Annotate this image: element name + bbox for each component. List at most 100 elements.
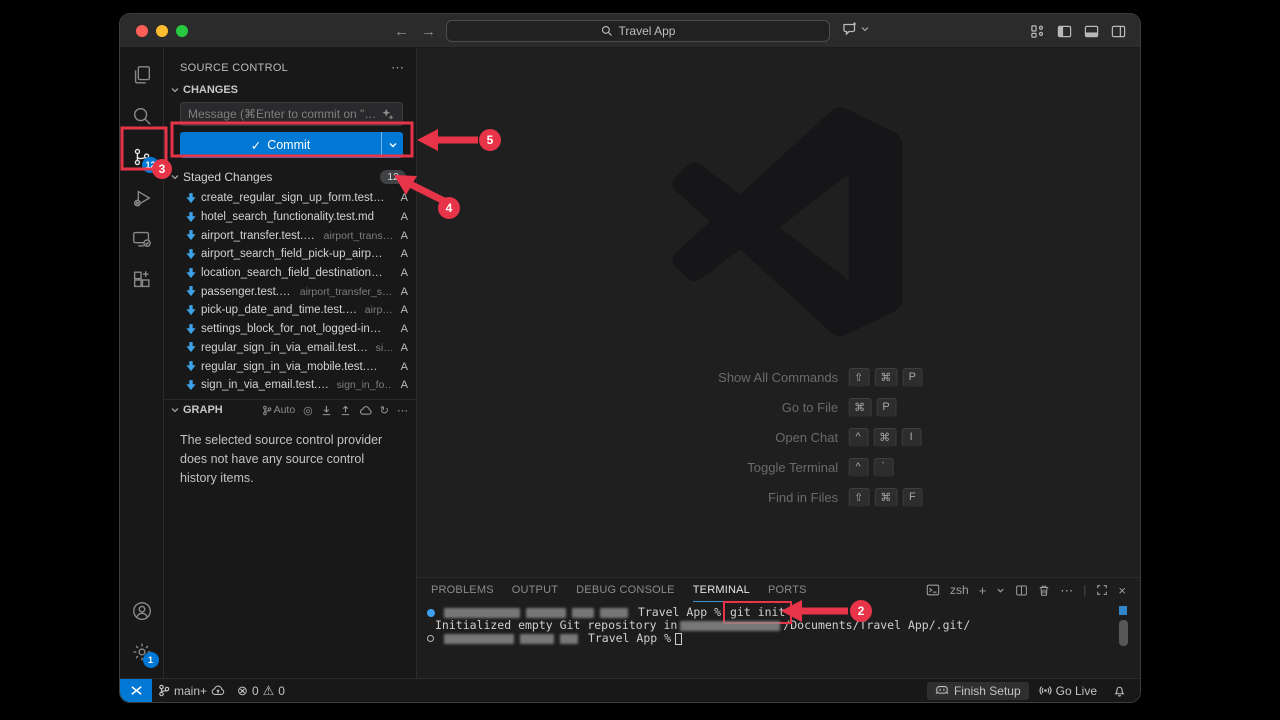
more-actions-icon[interactable]: ⋯: [391, 60, 404, 76]
staged-file-row[interactable]: create_regular_sign_up_form.test.md A: [164, 189, 416, 208]
search-icon: [601, 25, 613, 37]
tab-ports[interactable]: PORTS: [768, 578, 807, 602]
key-backtick: `: [873, 458, 893, 477]
file-status-added: A: [397, 379, 408, 391]
activitybar-extensions[interactable]: [120, 259, 164, 300]
redacted-text: [600, 608, 628, 618]
file-status-added: A: [397, 304, 408, 316]
problems-status-item[interactable]: ⊗ 0 ⚠ 0: [231, 684, 291, 698]
activitybar-remote-explorer[interactable]: [120, 218, 164, 259]
shortcut-label: Show All Commands: [586, 370, 838, 385]
toggle-primary-sidebar-icon[interactable]: [1057, 24, 1072, 39]
staged-file-row[interactable]: passenger.test.md airport_transfer_s… A: [164, 282, 416, 301]
target-icon[interactable]: ◎: [303, 404, 313, 417]
staged-file-row[interactable]: pick-up_date_and_time.test.md airp… A: [164, 301, 416, 320]
staged-file-row[interactable]: settings_block_for_not_logged-in_u… A: [164, 320, 416, 339]
remote-indicator[interactable]: [120, 679, 152, 702]
staged-file-row[interactable]: airport_transfer.test.md airport_trans… …: [164, 226, 416, 245]
git-pull-icon[interactable]: [321, 405, 332, 416]
test-file-icon: [186, 342, 196, 353]
staged-file-row[interactable]: hotel_search_functionality.test.md A: [164, 208, 416, 227]
cloud-icon[interactable]: [359, 405, 372, 416]
tab-problems[interactable]: PROBLEMS: [431, 578, 494, 602]
key-cmd: ⌘: [873, 428, 896, 447]
vscode-logo-watermark: [653, 104, 905, 344]
split-terminal-icon[interactable]: [1015, 584, 1028, 597]
staged-file-row[interactable]: sign_in_via_email.test.md sign_in_fo… A: [164, 376, 416, 395]
tab-terminal[interactable]: TERMINAL: [693, 578, 750, 602]
changes-section-header[interactable]: CHANGES: [164, 80, 416, 98]
graph-auto-label: Auto: [274, 404, 296, 416]
toggle-secondary-sidebar-icon[interactable]: [1111, 24, 1126, 39]
graph-label[interactable]: GRAPH: [183, 404, 223, 416]
activitybar-search[interactable]: [120, 95, 164, 136]
staged-file-row[interactable]: regular_sign_in_via_mobile.test.md… A: [164, 357, 416, 376]
activitybar-settings[interactable]: 1: [120, 631, 164, 672]
close-window-button[interactable]: [136, 25, 148, 37]
publish-branch-icon: [211, 684, 225, 697]
terminal-prompt: Travel App %: [588, 632, 671, 645]
staged-file-row[interactable]: airport_search_field_pick-up_airpor… A: [164, 245, 416, 264]
maximize-panel-icon[interactable]: [1096, 584, 1108, 596]
close-panel-icon[interactable]: ×: [1118, 584, 1126, 597]
settings-badge: 1: [143, 652, 159, 668]
account-icon: [131, 600, 153, 622]
staged-file-row[interactable]: location_search_field_destination_l… A: [164, 264, 416, 283]
file-name: create_regular_sign_up_form.test.md: [201, 192, 387, 204]
changes-label: CHANGES: [183, 84, 238, 96]
scrollbar-marker: [1119, 606, 1127, 615]
toggle-panel-icon[interactable]: [1084, 24, 1099, 39]
vscode-window: ← → Travel App: [120, 14, 1140, 702]
activitybar-run-debug[interactable]: [120, 177, 164, 218]
staged-files-list: create_regular_sign_up_form.test.md A ho…: [164, 189, 416, 395]
explorer-icon: [131, 64, 153, 86]
navigate-back-icon[interactable]: ←: [394, 23, 409, 40]
staged-changes-header[interactable]: Staged Changes 12: [164, 167, 416, 187]
key-shift: ⇧: [848, 368, 869, 387]
commit-message-input[interactable]: Message (⌘Enter to commit on "…: [180, 102, 403, 126]
zoom-window-button[interactable]: [176, 25, 188, 37]
refresh-icon[interactable]: ↻: [380, 404, 389, 417]
navigate-forward-icon[interactable]: →: [421, 23, 436, 40]
commit-dropdown-button[interactable]: [381, 132, 403, 158]
keyboard-shortcuts-watermark: Show All Commands ⇧ ⌘ P Go to File ⌘: [586, 362, 956, 512]
terminal-scrollbar-thumb[interactable]: [1119, 620, 1128, 646]
prompt-decoration: [427, 635, 434, 642]
more-actions-icon[interactable]: ⋯: [1060, 584, 1073, 597]
staged-file-row[interactable]: regular_sign_in_via_email.test.md si… A: [164, 339, 416, 358]
tab-debug-console[interactable]: DEBUG CONSOLE: [576, 578, 675, 602]
chat-icon: [842, 21, 858, 37]
file-name: regular_sign_in_via_email.test.md: [201, 342, 371, 354]
activitybar-explorer[interactable]: [120, 54, 164, 95]
graph-auto-toggle[interactable]: Auto: [262, 404, 296, 416]
file-path: si…: [376, 342, 392, 354]
key-letter: F: [902, 488, 922, 507]
screen: ← → Travel App: [0, 0, 1280, 720]
file-path: airport_transfer_s…: [300, 286, 392, 298]
shell-label[interactable]: zsh: [950, 583, 969, 597]
extensions-icon: [131, 269, 153, 291]
branch-status-item[interactable]: main+: [152, 684, 231, 698]
commit-button[interactable]: ✓ Commit: [180, 132, 403, 158]
terminal-output[interactable]: Travel App % git init Initialized empty …: [417, 602, 1140, 645]
key-ctrl: ^: [848, 458, 868, 477]
file-name: settings_block_for_not_logged-in_u…: [201, 323, 387, 335]
activitybar-accounts[interactable]: [120, 590, 164, 631]
bell-icon: [1113, 684, 1126, 697]
sparkle-ai-icon[interactable]: [381, 107, 395, 121]
file-status-added: A: [397, 342, 408, 354]
chevron-down-icon[interactable]: [996, 586, 1005, 595]
go-live-button[interactable]: Go Live: [1033, 684, 1103, 698]
git-push-icon[interactable]: [340, 405, 351, 416]
finish-setup-button[interactable]: Finish Setup: [927, 682, 1029, 700]
trash-icon[interactable]: [1038, 584, 1050, 597]
customize-layout-icon[interactable]: [1030, 24, 1045, 39]
minimize-window-button[interactable]: [156, 25, 168, 37]
more-actions-icon[interactable]: ⋯: [397, 404, 408, 417]
tab-output[interactable]: OUTPUT: [512, 578, 558, 602]
notifications-button[interactable]: [1107, 684, 1132, 697]
command-center-search[interactable]: Travel App: [446, 20, 830, 42]
copilot-chat-button[interactable]: [842, 21, 869, 37]
new-terminal-icon[interactable]: +: [979, 584, 987, 597]
test-file-icon: [186, 361, 196, 372]
